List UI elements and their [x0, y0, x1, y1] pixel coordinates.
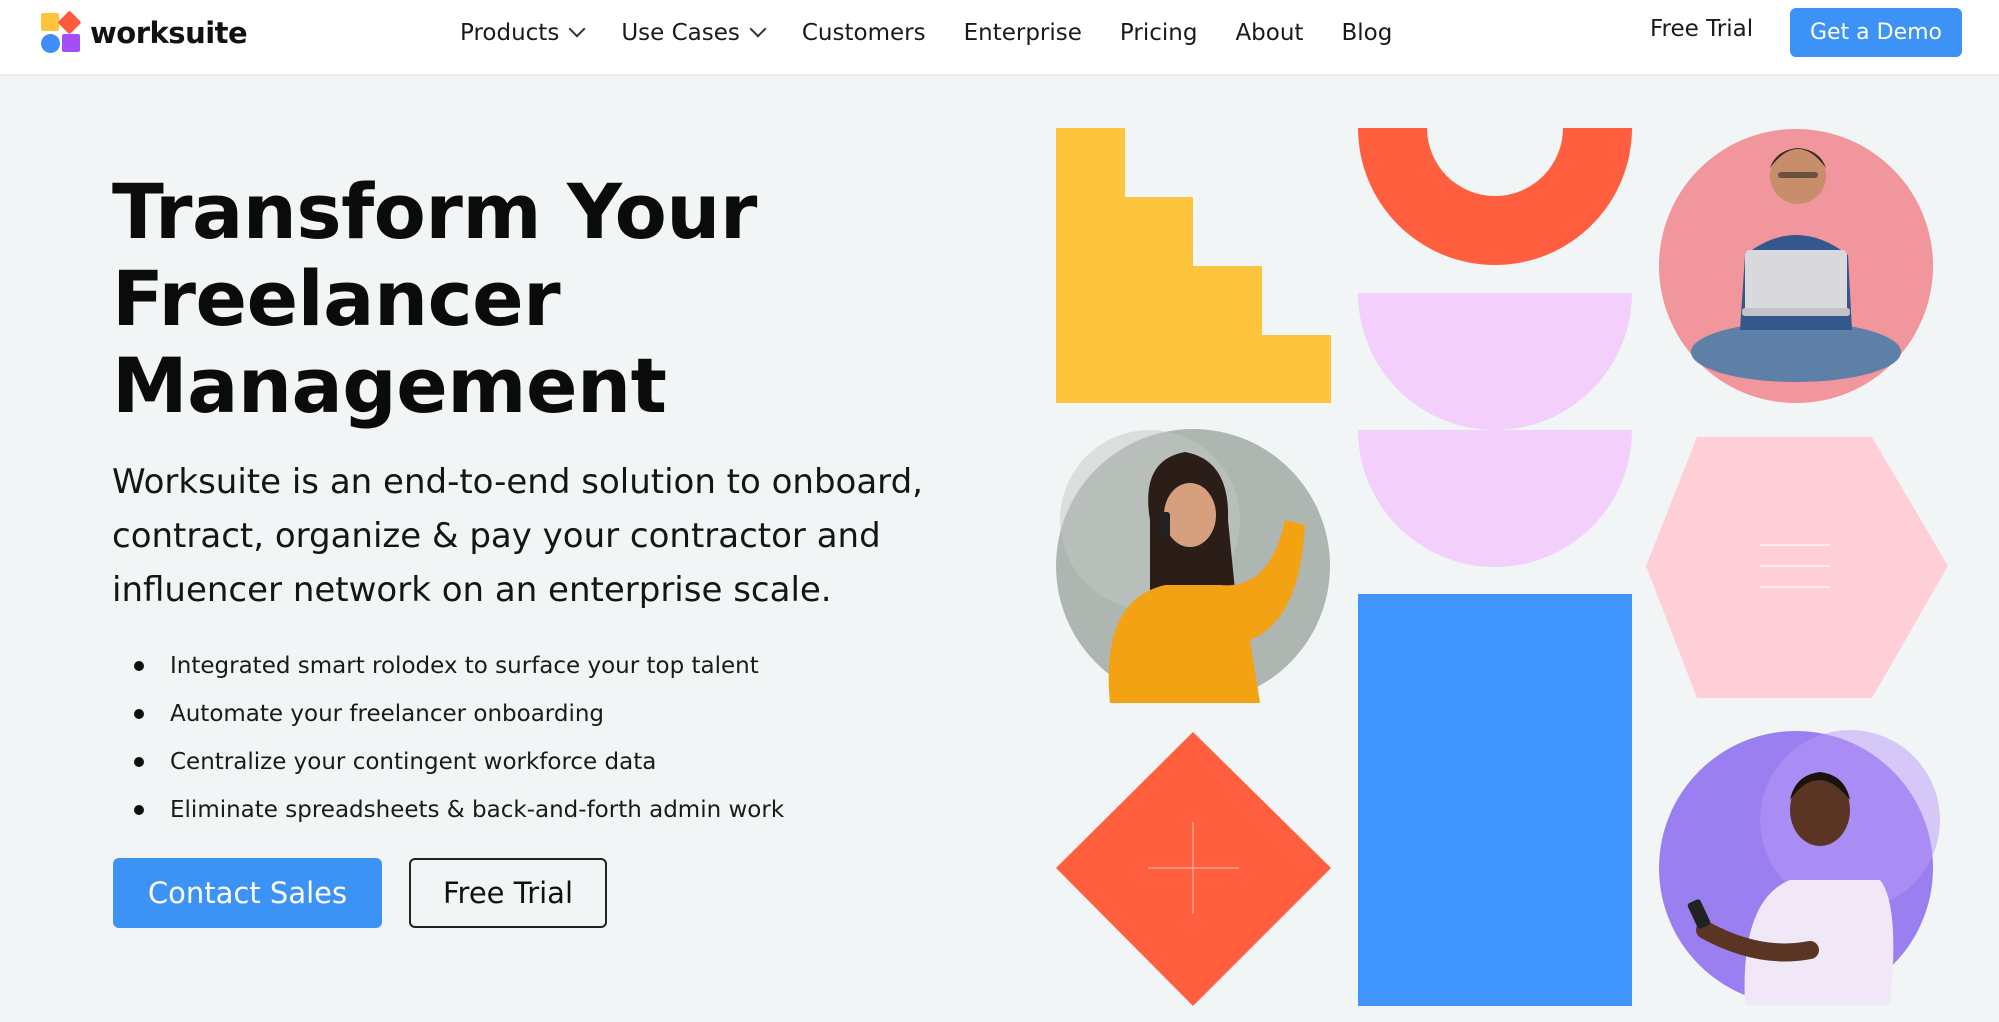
lilac-semicircle-shape	[1358, 430, 1632, 567]
yellow-staircase-shape	[1056, 128, 1331, 403]
photo-man-laptop	[1659, 129, 1933, 403]
blue-rectangle-shape	[1358, 594, 1632, 1006]
pink-hexagon-shape	[1646, 437, 1948, 698]
lilac-semicircle-shape	[1358, 293, 1632, 430]
hero-illustration	[1056, 128, 1948, 1006]
photo-woman-phone	[1056, 429, 1330, 703]
photo-man-phone	[1659, 730, 1940, 1005]
coral-arc-shape	[1358, 128, 1632, 265]
